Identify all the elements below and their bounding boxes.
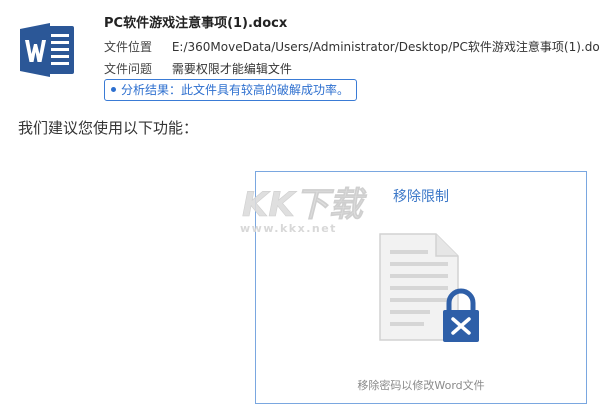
remove-restriction-title: 移除限制 (393, 189, 449, 205)
file-name: PC软件游戏注意事项(1).docx (104, 16, 288, 31)
analysis-result-badge: 分析结果：此文件具有较高的破解成功率。 (104, 79, 358, 101)
file-location-label: 文件位置 (104, 40, 153, 54)
locked-document-icon (379, 233, 479, 342)
remove-restriction-card[interactable]: 移除限制 移除密码以修改Word文件 (255, 171, 587, 404)
file-location-row: 文件位置 E:/360MoveData/Users/Administrator/… (104, 38, 600, 55)
file-issue-value: 需要权限才能编辑文件 (171, 62, 292, 76)
file-issue-row: 文件问题 需要权限才能编辑文件 (104, 60, 292, 77)
remove-restriction-description: 移除密码以修改Word文件 (357, 379, 485, 392)
word-document-icon (20, 23, 74, 77)
file-location-value: E:/360MoveData/Users/Administrator/Deskt… (171, 40, 600, 54)
bullet-dot-icon (111, 87, 116, 92)
file-issue-label: 文件问题 (104, 62, 153, 76)
suggestion-heading: 我们建议您使用以下功能： (18, 119, 199, 137)
analysis-result-text: 分析结果：此文件具有较高的破解成功率。 (121, 83, 350, 97)
